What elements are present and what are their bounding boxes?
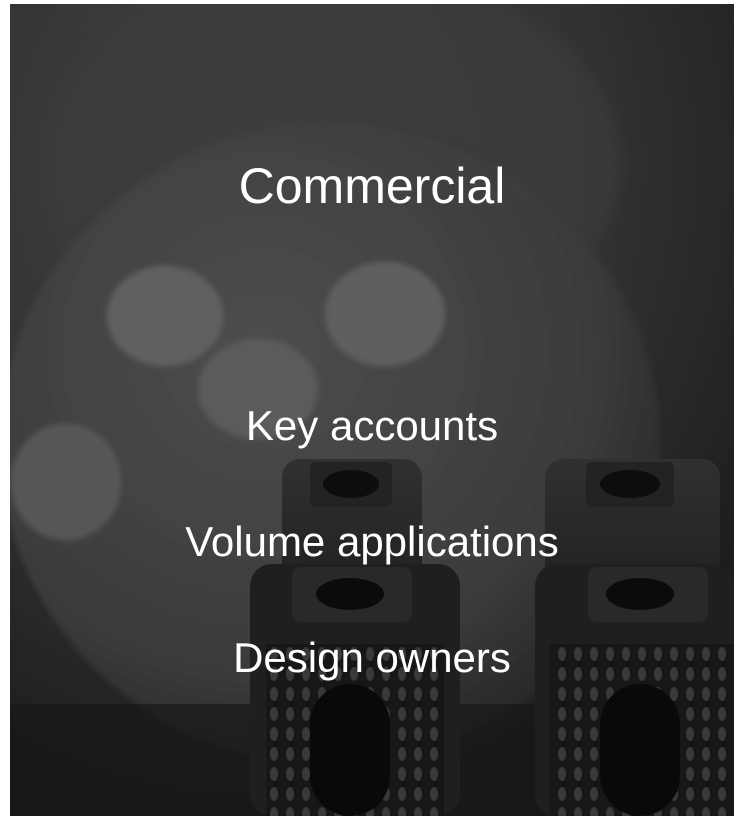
slide-title: Commercial xyxy=(238,158,506,214)
item-design-owners: Design owners xyxy=(233,634,511,681)
item-volume-applications: Volume applications xyxy=(185,518,559,565)
slide: Commercial Key accounts Volume applicati… xyxy=(10,4,734,816)
item-key-accounts: Key accounts xyxy=(245,402,499,449)
